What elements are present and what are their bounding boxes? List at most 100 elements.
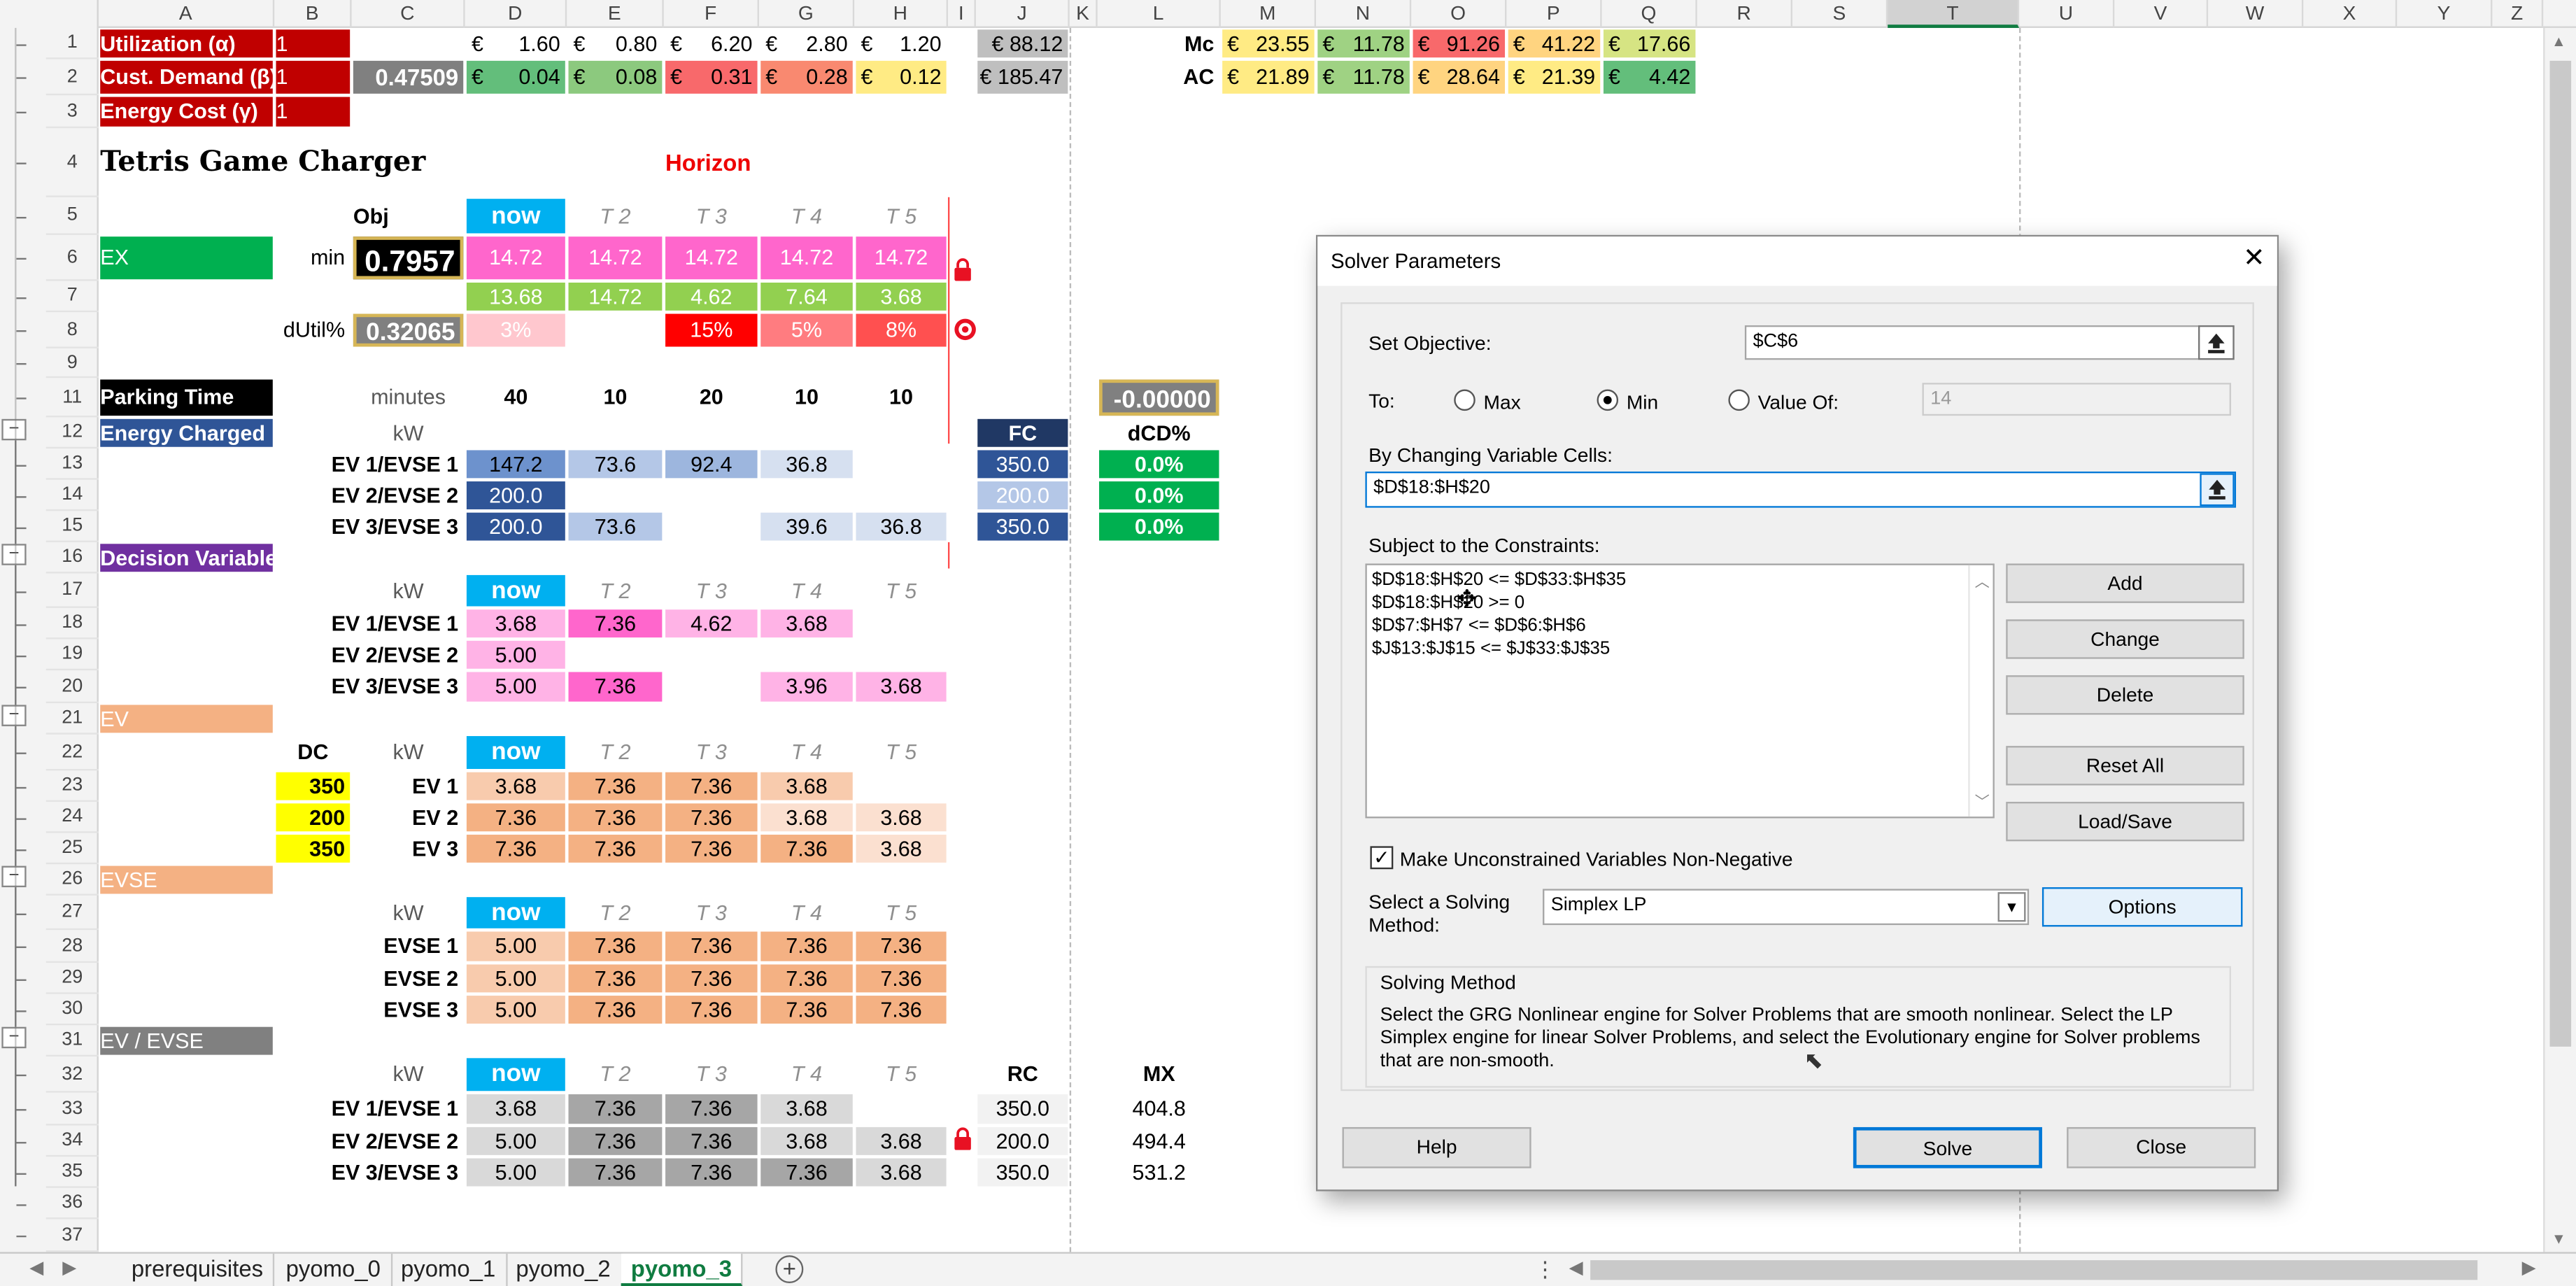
decision-variables-label[interactable]: Decision Variables bbox=[100, 544, 273, 572]
mx-value[interactable]: 531.2 bbox=[1099, 1159, 1219, 1187]
row-header[interactable]: 34 bbox=[45, 1126, 99, 1157]
period-header[interactable]: T 5 bbox=[856, 736, 946, 769]
ex-value[interactable]: 14.72 bbox=[760, 236, 853, 280]
evse-value[interactable]: 7.36 bbox=[760, 996, 853, 1024]
row-header[interactable]: 4 bbox=[45, 128, 99, 197]
mc-label[interactable]: Mc bbox=[1099, 29, 1219, 57]
scroll-right-icon[interactable]: ▶ bbox=[2522, 1257, 2536, 1278]
add-sheet-icon[interactable]: + bbox=[775, 1255, 804, 1284]
evse-value[interactable]: 7.36 bbox=[856, 931, 947, 961]
tab-pyomo-0[interactable]: pyomo_0 bbox=[276, 1253, 392, 1286]
row-header[interactable]: 26 bbox=[45, 864, 99, 896]
horizon-label[interactable]: Horizon bbox=[665, 130, 853, 196]
ev-evse-label[interactable]: EV 3/EVSE 3 bbox=[276, 672, 464, 701]
fc-header[interactable]: FC bbox=[977, 418, 1068, 447]
column-header[interactable]: C bbox=[352, 0, 465, 28]
row-header[interactable]: 14 bbox=[45, 480, 99, 511]
rc-header[interactable]: RC bbox=[977, 1058, 1068, 1091]
row-header[interactable]: 9 bbox=[45, 348, 99, 379]
kw-label[interactable]: kW bbox=[353, 897, 463, 928]
column-header[interactable]: Z bbox=[2492, 0, 2544, 28]
fc-value[interactable]: 200.0 bbox=[977, 481, 1068, 509]
now-header[interactable]: now bbox=[466, 574, 565, 607]
column-header[interactable]: D bbox=[465, 0, 567, 28]
row-header[interactable]: 30 bbox=[45, 994, 99, 1026]
period-header[interactable]: T 5 bbox=[856, 199, 946, 233]
demand-weighted-value[interactable]: 0.47509 bbox=[353, 60, 464, 94]
period-header[interactable]: T 3 bbox=[665, 1058, 758, 1091]
limit-value[interactable]: 5.00 bbox=[466, 1158, 565, 1187]
ev-evse-label[interactable]: EV 2/EVSE 2 bbox=[276, 641, 464, 669]
horizontal-scroll-thumb[interactable] bbox=[1590, 1260, 2478, 1280]
column-header[interactable]: P bbox=[1506, 0, 1602, 28]
dutil-percent[interactable]: 15% bbox=[665, 313, 758, 347]
dc-value[interactable]: 350 bbox=[276, 772, 351, 800]
row-header[interactable]: 36 bbox=[45, 1188, 99, 1220]
period-header[interactable]: T 3 bbox=[665, 897, 758, 928]
ex-value[interactable]: 13.68 bbox=[466, 282, 565, 311]
dutil-percent[interactable]: 8% bbox=[856, 313, 947, 347]
column-header[interactable]: W bbox=[2208, 0, 2304, 28]
row-header[interactable]: 27 bbox=[45, 896, 99, 931]
energy-cost-label[interactable]: Energy Cost (γ) bbox=[100, 97, 273, 127]
reset-all-button[interactable]: Reset All bbox=[2006, 746, 2244, 786]
evse-value[interactable]: 7.36 bbox=[665, 964, 758, 993]
set-objective-input[interactable]: $C$6 bbox=[1744, 325, 2235, 360]
row-header[interactable]: 22 bbox=[45, 735, 99, 771]
rc-value[interactable]: 350.0 bbox=[977, 1094, 1068, 1124]
ex-value[interactable]: 14.72 bbox=[665, 236, 758, 280]
column-header[interactable]: Y bbox=[2397, 0, 2493, 28]
column-header[interactable]: L bbox=[1098, 0, 1221, 28]
dutil-percent[interactable]: 3% bbox=[466, 313, 565, 347]
tab-prerequisites[interactable]: prerequisites bbox=[122, 1253, 275, 1286]
ex-value[interactable]: 7.64 bbox=[760, 282, 853, 311]
collapse-dialog-icon[interactable] bbox=[2200, 473, 2235, 507]
collapse-group-button[interactable]: − bbox=[1, 705, 27, 726]
parking-time-value[interactable]: 10 bbox=[856, 379, 946, 416]
tab-pyomo-2[interactable]: pyomo_2 bbox=[506, 1253, 623, 1286]
constraint-item[interactable]: $D$7:$H$7 <= $D$6:$H$6 bbox=[1372, 616, 1586, 636]
evse-value[interactable]: 7.36 bbox=[665, 931, 758, 961]
ev-value[interactable]: 3.68 bbox=[760, 803, 853, 832]
dcd-value[interactable]: 0.0% bbox=[1099, 512, 1219, 541]
period-header[interactable]: T 4 bbox=[760, 575, 853, 607]
energy-charged-label[interactable]: Energy Charged bbox=[100, 418, 273, 447]
evse-label[interactable]: EVSE 2 bbox=[276, 964, 464, 992]
change-button[interactable]: Change bbox=[2006, 619, 2244, 659]
limit-value[interactable]: 3.68 bbox=[760, 1094, 853, 1124]
ex-value[interactable]: 14.72 bbox=[466, 236, 565, 280]
evse-value[interactable]: 7.36 bbox=[856, 996, 947, 1024]
mx-header[interactable]: MX bbox=[1099, 1058, 1219, 1091]
scroll-left-icon[interactable]: ◀ bbox=[1569, 1257, 1583, 1278]
parking-time-value[interactable]: 20 bbox=[665, 379, 758, 416]
tab-pyomo-3[interactable]: pyomo_3 bbox=[621, 1253, 744, 1286]
period-header[interactable]: T 2 bbox=[569, 199, 663, 233]
limit-value[interactable]: 3.68 bbox=[856, 1158, 947, 1187]
ex-value[interactable]: 4.62 bbox=[665, 282, 758, 311]
load-save-button[interactable]: Load/Save bbox=[2006, 801, 2244, 842]
column-header[interactable]: G bbox=[759, 0, 855, 28]
limit-value[interactable]: 3.68 bbox=[856, 1126, 947, 1155]
period-header[interactable]: T 3 bbox=[665, 736, 758, 769]
constraint-item[interactable]: $D$18:$H$20 <= $D$33:$H$35 bbox=[1372, 570, 1626, 590]
row-header[interactable]: 13 bbox=[45, 448, 99, 480]
ev-evse-section-label[interactable]: EV / EVSE bbox=[100, 1026, 273, 1055]
dcd-header[interactable]: dCD% bbox=[1099, 419, 1219, 447]
mx-value[interactable]: 404.8 bbox=[1099, 1094, 1219, 1124]
decision-value[interactable]: 3.68 bbox=[856, 672, 947, 702]
ex-value[interactable]: 3.68 bbox=[856, 282, 947, 311]
dcd-value[interactable]: 0.0% bbox=[1099, 481, 1219, 509]
column-header[interactable]: A bbox=[99, 0, 275, 28]
now-header[interactable]: now bbox=[466, 897, 565, 928]
ev-evse-label[interactable]: EV 1/EVSE 1 bbox=[276, 450, 464, 478]
fc-value[interactable]: 350.0 bbox=[977, 512, 1068, 541]
row-header[interactable]: 1 bbox=[45, 28, 99, 59]
row-header[interactable]: 5 bbox=[45, 197, 99, 235]
row-header[interactable]: 21 bbox=[45, 703, 99, 735]
ev-evse-label[interactable]: EV 1/EVSE 1 bbox=[276, 1094, 464, 1124]
row-header[interactable]: 31 bbox=[45, 1025, 99, 1057]
ev-value[interactable]: 7.36 bbox=[760, 834, 853, 863]
row-header[interactable]: 37 bbox=[45, 1219, 99, 1252]
evse-value[interactable]: 7.36 bbox=[568, 964, 663, 993]
constraints-scrollbar[interactable]: ︿ ﹀ bbox=[1968, 565, 1993, 817]
